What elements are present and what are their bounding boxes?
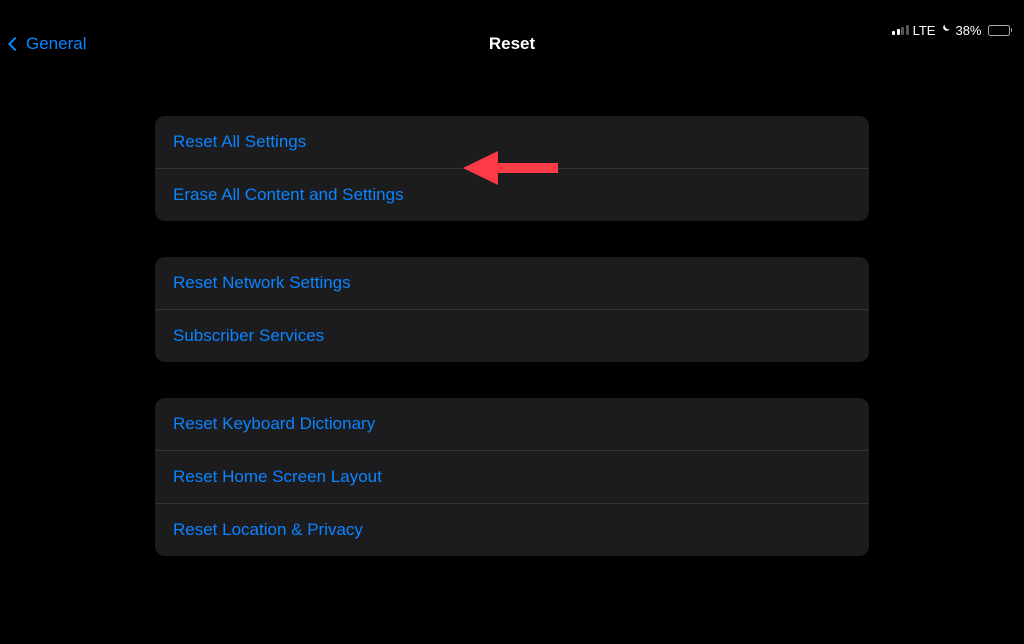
reset-home-screen-layout-row[interactable]: Reset Home Screen Layout [155,451,869,504]
navigation-bar: General Reset [0,20,1024,76]
row-label: Reset Location & Privacy [173,520,363,539]
row-label: Reset Keyboard Dictionary [173,414,375,433]
row-label: Subscriber Services [173,326,324,345]
reset-location-privacy-row[interactable]: Reset Location & Privacy [155,504,869,556]
erase-all-content-row[interactable]: Erase All Content and Settings [155,169,869,221]
subscriber-services-row[interactable]: Subscriber Services [155,310,869,362]
reset-all-settings-row[interactable]: Reset All Settings [155,116,869,169]
chevron-left-icon [8,37,22,51]
row-label: Reset Home Screen Layout [173,467,382,486]
row-label: Reset Network Settings [173,273,351,292]
content: Reset All Settings Erase All Content and… [0,76,1024,556]
settings-group-2: Reset Network Settings Subscriber Servic… [155,257,869,362]
back-button[interactable]: General [10,34,86,54]
settings-group-3: Reset Keyboard Dictionary Reset Home Scr… [155,398,869,556]
reset-keyboard-dictionary-row[interactable]: Reset Keyboard Dictionary [155,398,869,451]
row-label: Reset All Settings [173,132,306,151]
reset-network-settings-row[interactable]: Reset Network Settings [155,257,869,310]
page-title: Reset [489,34,535,54]
back-label: General [26,34,86,54]
row-label: Erase All Content and Settings [173,185,404,204]
settings-group-1: Reset All Settings Erase All Content and… [155,116,869,221]
